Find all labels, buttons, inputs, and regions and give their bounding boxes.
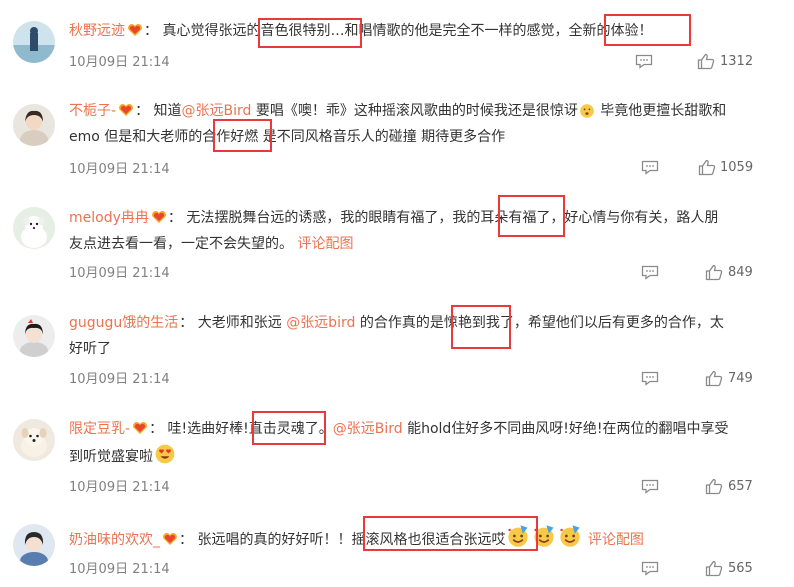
mention-link[interactable]: @张远Bird (333, 421, 403, 437)
vip-heart-badge-icon (133, 422, 148, 434)
surprised-face-emoji (580, 104, 594, 118)
comment-content: 是不同风格音乐人的碰撞 期待更多合作 (258, 129, 506, 145)
thumbs-up-icon[interactable] (697, 53, 715, 70)
username-link[interactable]: 限定豆乳- (69, 421, 130, 437)
view-image-link[interactable]: 评论配图 (297, 236, 353, 252)
comment-item: gugugu饿的生活： 大老师和张远 @张远bird 的合作真的是惊艳到我了，希… (0, 295, 794, 400)
comment-content: 惊艳到我了 (443, 315, 514, 331)
like-count: 849 (728, 265, 753, 280)
comment-content: 的音色很特别… (246, 23, 345, 39)
comment-item: 不栀子-： 知道@张远Bird 要唱《噢！乖》这种摇滚风歌曲的时候我还是很惊讶 … (0, 90, 794, 190)
comment-icon[interactable] (641, 561, 659, 576)
vip-heart-badge-icon (128, 24, 142, 36)
comment-content: 无法摆脱舞台远的诱惑，我的眼睛有福了，我的 (186, 210, 481, 226)
comment-content: 知道 (153, 103, 182, 119)
comment-text: gugugu饿的生活： 大老师和张远 @张远bird 的合作真的是惊艳到我了，希… (69, 315, 724, 331)
mention-link[interactable]: @张远bird (286, 315, 355, 331)
comment-item: 限定豆乳-： 哇!选曲好棒!直击灵魂了。@张远Bird 能hold住好多不同曲风… (0, 400, 794, 505)
party-face-emoji (508, 525, 529, 547)
comment-content: 友点进去看一看，一定不会失望的。 (69, 236, 293, 252)
thumbs-up-icon[interactable] (698, 159, 716, 176)
comment-text: 秋野远迹： 真心觉得张远的音色很特别…和唱情歌的他是完全不一样的感觉，全新的体验… (69, 23, 653, 39)
like-count: 1312 (720, 54, 754, 69)
comment-icon[interactable] (635, 54, 653, 69)
mention-link[interactable]: @张远Bird (182, 103, 252, 119)
like-count: 565 (728, 561, 753, 576)
like-count: 749 (728, 371, 753, 386)
comment-time: 10月09日 21:14 (69, 372, 170, 387)
comment-text: 友点进去看一看，一定不会失望的。 评论配图 (69, 232, 353, 256)
comment-content: 要唱《噢！乖》这种摇滚风歌曲的时候我还是很惊讶 (251, 103, 578, 119)
comment-icon[interactable] (641, 265, 659, 280)
comment-item: 秋野远迹： 真心觉得张远的音色很特别…和唱情歌的他是完全不一样的感觉，全新的体验… (0, 0, 794, 90)
username-link[interactable]: gugugu饿的生活 (69, 315, 178, 331)
avatar[interactable] (13, 21, 55, 63)
vip-heart-badge-icon (151, 211, 166, 223)
comment-content: 到听觉盛宴啦 (69, 449, 153, 465)
vip-heart-badge-icon (163, 533, 177, 545)
username-link[interactable]: 不栀子- (69, 103, 116, 119)
comment-text: 限定豆乳-： 哇!选曲好棒!直击灵魂了。@张远Bird 能hold住好多不同曲风… (69, 421, 729, 437)
comment-text: melody冉冉： 无法摆脱舞台远的诱惑，我的眼睛有福了，我的耳朵有福了，好心情… (69, 210, 719, 226)
comment-time: 10月09日 21:14 (69, 480, 170, 495)
comment-content: 。 (318, 421, 333, 437)
comment-content: 能hold住好多不同曲风呀!好绝!在两位的翻唱中享受 (402, 421, 729, 437)
comment-text: 奶油味的欢欢_： 张远唱的真的好好听！！摇滚风格也很适合张远哎 评论配图 (69, 524, 644, 552)
comment-content: 和唱情歌的他是完全不一样的感觉， (344, 23, 569, 39)
like-count: 657 (728, 479, 753, 494)
comment-content: 张远唱的真的好好听！！ (197, 532, 352, 548)
vip-heart-badge-icon (119, 104, 134, 116)
comment-content: 合作好燃 (202, 129, 259, 145)
comment-time: 10月09日 21:14 (69, 562, 170, 577)
comment-content: emo 但是和大老师的 (69, 129, 203, 145)
comment-content: 摇滚风格也很适合张远哎 (351, 532, 506, 548)
comment-content: 直击灵魂了 (248, 421, 319, 437)
comment-text: 不栀子-： 知道@张远Bird 要唱《噢！乖》这种摇滚风歌曲的时候我还是很惊讶 … (69, 103, 727, 119)
comment-text: 到听觉盛宴啦 (69, 443, 177, 469)
party-face-emoji (560, 525, 581, 547)
comment-text: 好听了 (69, 337, 111, 361)
thumbs-up-icon[interactable] (705, 264, 723, 281)
comment-text: emo 但是和大老师的合作好燃 是不同风格音乐人的碰撞 期待更多合作 (69, 125, 505, 149)
username-link[interactable]: 秋野远迹 (69, 23, 125, 39)
comment-content: 的合作真的是 (355, 315, 444, 331)
view-image-link[interactable]: 评论配图 (588, 532, 644, 548)
comment-content: ，希望他们以后有更多的合作，太 (513, 315, 724, 331)
comment-icon[interactable] (641, 371, 659, 386)
comment-content: 毕竟他更擅长甜歌和 (595, 103, 727, 119)
comment-content: 大老师和张远 (197, 315, 287, 331)
comment-icon[interactable] (641, 160, 659, 175)
username-link[interactable]: melody冉冉 (69, 210, 149, 226)
avatar[interactable] (13, 524, 55, 566)
like-count: 1059 (720, 160, 754, 175)
comment-content: 耳朵有福了 (480, 210, 551, 226)
avatar[interactable] (13, 104, 55, 146)
thumbs-up-icon[interactable] (705, 370, 723, 387)
heart-eyes-emoji (155, 444, 175, 464)
thumbs-up-icon[interactable] (705, 478, 723, 495)
comment-content: 哇!选曲好棒! (167, 421, 249, 437)
avatar[interactable] (13, 207, 55, 249)
comment-time: 10月09日 21:14 (69, 55, 170, 70)
comment-icon[interactable] (641, 479, 659, 494)
comment-content: 真心觉得张远 (162, 23, 247, 39)
comment-content: 全新的体验！ (568, 23, 653, 39)
party-face-emoji (534, 525, 555, 547)
comment-item: melody冉冉： 无法摆脱舞台远的诱惑，我的眼睛有福了，我的耳朵有福了，好心情… (0, 190, 794, 295)
comment-item: 奶油味的欢欢_： 张远唱的真的好好听！！摇滚风格也很适合张远哎 评论配图 10月… (0, 505, 794, 587)
comment-time: 10月09日 21:14 (69, 162, 170, 177)
avatar[interactable] (13, 419, 55, 461)
comment-content: 好听了 (69, 341, 111, 357)
avatar[interactable] (13, 315, 55, 357)
thumbs-up-icon[interactable] (705, 560, 723, 577)
comment-time: 10月09日 21:14 (69, 266, 170, 281)
comment-content: ，好心情与你有关，路人朋 (550, 210, 719, 226)
username-link[interactable]: 奶油味的欢欢_ (69, 532, 160, 548)
